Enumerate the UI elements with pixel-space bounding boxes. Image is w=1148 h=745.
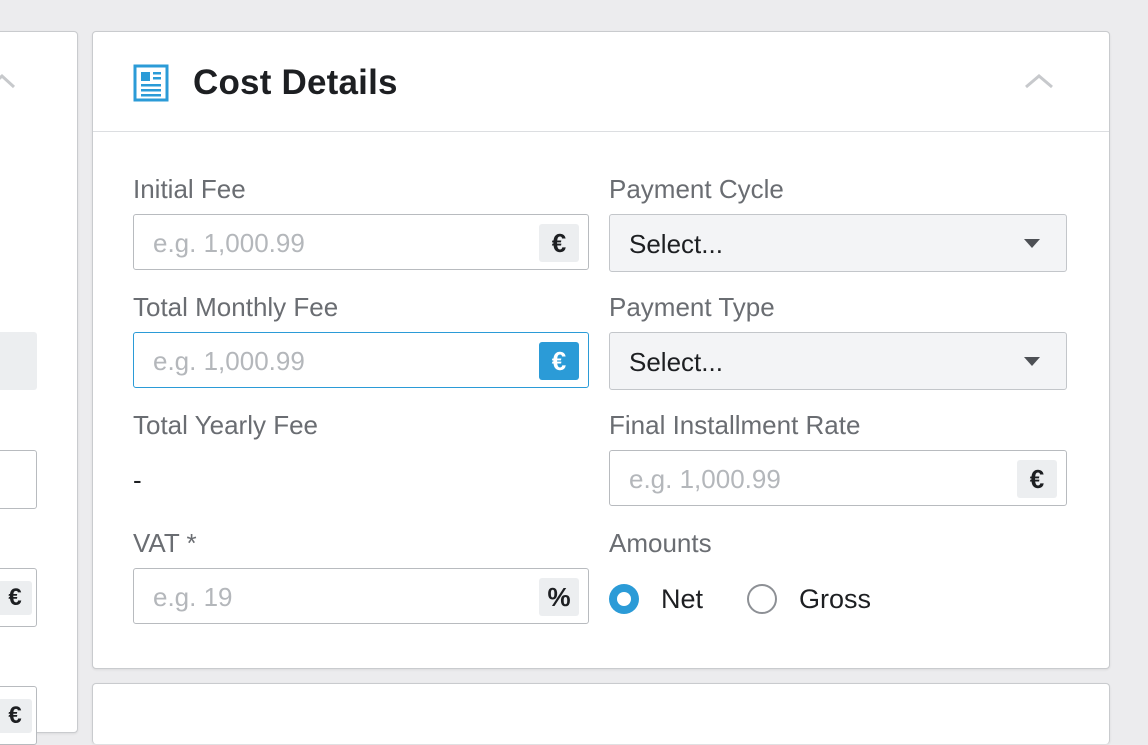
euro-icon: € — [0, 581, 32, 615]
final-installment-rate-input[interactable]: e.g. 1,000.99 € — [609, 450, 1067, 506]
euro-icon: € — [539, 342, 579, 380]
left-panel-select[interactable] — [0, 332, 37, 390]
left-panel-amount-input-2[interactable]: € — [0, 686, 37, 745]
euro-icon: € — [0, 699, 32, 733]
radio-gross[interactable] — [747, 584, 777, 614]
chevron-up-icon[interactable] — [1023, 70, 1053, 92]
total-monthly-fee-placeholder: e.g. 1,000.99 — [153, 346, 305, 376]
radio-net-label: Net — [661, 584, 704, 614]
dropdown-caret-icon — [1024, 239, 1040, 248]
total-yearly-fee-label: Total Yearly Fee — [133, 410, 319, 440]
radio-net[interactable] — [609, 584, 639, 614]
payment-cycle-select[interactable]: Select... — [609, 214, 1067, 272]
amounts-net-option[interactable]: Net — [609, 583, 703, 615]
left-panel-input[interactable] — [0, 450, 37, 509]
vat-input[interactable]: e.g. 19 % — [133, 568, 589, 624]
vat-label: VAT * — [133, 528, 197, 558]
chevron-up-icon[interactable] — [0, 70, 16, 92]
total-yearly-fee-value: - — [133, 465, 142, 495]
document-icon — [133, 64, 169, 102]
left-panel-card: € € — [0, 31, 78, 745]
final-installment-rate-label: Final Installment Rate — [609, 410, 861, 440]
total-monthly-fee-label: Total Monthly Fee — [133, 292, 339, 322]
cost-details-card: Cost Details Initial Fee e.g. 1,000.99 €… — [92, 31, 1110, 669]
dropdown-caret-icon — [1024, 357, 1040, 366]
total-monthly-fee-input[interactable]: e.g. 1,000.99 € — [133, 332, 589, 388]
payment-type-value: Select... — [629, 347, 723, 377]
amounts-label: Amounts — [609, 528, 712, 558]
left-panel-amount-input[interactable]: € — [0, 568, 37, 627]
payment-cycle-value: Select... — [629, 229, 723, 259]
euro-icon: € — [1017, 460, 1057, 498]
euro-icon: € — [539, 224, 579, 262]
initial-fee-placeholder: e.g. 1,000.99 — [153, 228, 305, 258]
initial-fee-label: Initial Fee — [133, 174, 246, 204]
vat-placeholder: e.g. 19 — [153, 582, 233, 612]
next-section-card — [92, 683, 1110, 744]
amounts-gross-option[interactable]: Gross — [747, 583, 871, 615]
card-title: Cost Details — [193, 63, 398, 102]
final-installment-rate-placeholder: e.g. 1,000.99 — [629, 464, 781, 494]
percent-icon: % — [539, 578, 579, 616]
card-header: Cost Details — [93, 32, 1109, 132]
payment-type-label: Payment Type — [609, 292, 775, 322]
payment-type-select[interactable]: Select... — [609, 332, 1067, 390]
radio-gross-label: Gross — [799, 584, 872, 614]
initial-fee-input[interactable]: e.g. 1,000.99 € — [133, 214, 589, 270]
payment-cycle-label: Payment Cycle — [609, 174, 784, 204]
